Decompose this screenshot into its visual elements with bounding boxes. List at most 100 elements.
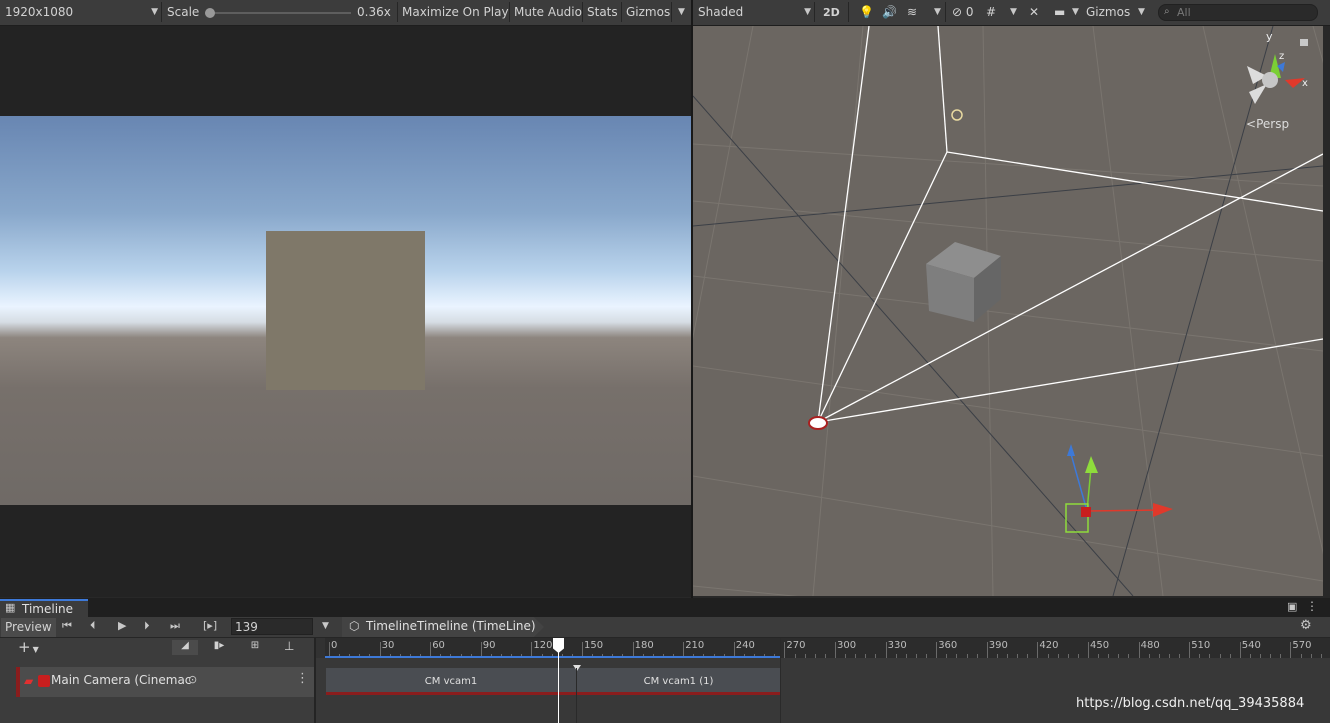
chevron-down-icon: ▼	[32, 645, 39, 654]
grid-icon[interactable]: #	[983, 3, 999, 22]
eye-slash-icon: ⊘	[952, 5, 963, 19]
camera-binding-icon	[38, 675, 50, 687]
ruler-label: 30	[381, 640, 395, 651]
preview-toggle[interactable]: Preview	[1, 618, 56, 637]
gizmos-dropdown-icon[interactable]: ▼	[675, 3, 688, 22]
scale-slider[interactable]	[205, 8, 351, 18]
play-range-end-line	[780, 638, 781, 723]
game-view[interactable]	[0, 26, 692, 597]
grid-dropdown-icon[interactable]: ▼	[1007, 3, 1020, 22]
scene-view-toolbar: Shaded ▼ 2D 💡 🔊 ≋ ▼ ⊘ 0 # ▼ ✕ ▬ ▼ Gizmos…	[693, 0, 1330, 26]
mute-audio-toggle[interactable]: Mute Audio	[511, 3, 585, 22]
go-to-end-icon[interactable]: ⏭	[170, 619, 180, 633]
ruler-major-tick	[1189, 642, 1191, 658]
transform-handle	[1065, 444, 1173, 533]
timeline-dropdown-icon[interactable]: ▼	[322, 621, 329, 631]
replace-mode-icon[interactable]: ▮▸	[206, 640, 232, 655]
asset-name: TimelineTimeline (TimeLine)	[366, 619, 536, 633]
ruler-label: 0	[331, 640, 338, 651]
ruler-major-tick	[1037, 642, 1039, 658]
shading-mode-dropdown[interactable]: Shaded ▼	[695, 3, 813, 22]
axis-y-label: y	[1266, 30, 1273, 43]
ruler-label: 240	[735, 640, 755, 651]
shading-mode-value: Shaded	[698, 5, 744, 19]
gizmos-toggle[interactable]: Gizmos	[623, 3, 673, 22]
watermark: https://blog.csdn.net/qq_39435884	[1076, 696, 1305, 711]
audio-icon[interactable]: 🔊	[879, 3, 900, 22]
ruler-label: 570	[1292, 640, 1312, 651]
effects-icon[interactable]: ≋	[904, 3, 920, 22]
camera-icon[interactable]: ▬	[1051, 3, 1068, 22]
divider	[397, 2, 398, 22]
ruler-label: 120	[533, 640, 553, 651]
ruler-major-tick	[1290, 642, 1292, 658]
tab-timeline[interactable]: ▦ Timeline	[0, 599, 88, 617]
ruler-label: 360	[938, 640, 958, 651]
tab-timeline-label: Timeline	[22, 602, 74, 616]
time-ruler[interactable]: 0 30 60 90 120 150 180 210 240 270 300 330 360 390 420…	[325, 638, 1330, 658]
timeline-clip[interactable]: CM vcam1	[326, 668, 577, 695]
maximize-on-play-toggle[interactable]: Maximize On Play	[399, 3, 512, 22]
play-icon[interactable]: ▶	[118, 619, 126, 632]
camera-marker	[808, 416, 828, 430]
projection-toggle[interactable]: <Persp	[1246, 117, 1289, 131]
current-frame-value: 139	[235, 620, 258, 634]
ruler-label: 300	[837, 640, 857, 651]
stats-toggle[interactable]: Stats	[584, 3, 621, 22]
clip-label: CM vcam1 (1)	[643, 676, 714, 687]
toggle-2d-button[interactable]: 2D	[820, 3, 843, 22]
resolution-dropdown[interactable]: 1920x1080 ▼	[2, 3, 160, 22]
next-frame-icon[interactable]: ⏵	[144, 619, 150, 633]
scene-view[interactable]: y z x <Persp	[693, 26, 1323, 596]
gizmos-dropdown-icon[interactable]: ▼	[1135, 3, 1148, 22]
divider	[161, 2, 162, 22]
timeline-clip[interactable]: CM vcam1 (1)	[577, 668, 781, 695]
ripple-mode-icon[interactable]: ◢	[172, 640, 198, 655]
search-icon: ⌕	[1164, 6, 1170, 17]
ruler-major-tick	[784, 642, 786, 658]
divider	[509, 2, 510, 22]
scale-value: 0.36x	[357, 5, 391, 19]
ruler-major-tick	[1239, 642, 1241, 658]
add-track-button[interactable]: + ▼	[18, 638, 39, 656]
ruler-label: 390	[988, 640, 1008, 651]
go-to-start-icon[interactable]: ⏮	[62, 619, 72, 633]
hidden-objects-toggle[interactable]: ⊘ 0	[949, 3, 977, 22]
divider	[621, 2, 622, 22]
axis-z-label: z	[1279, 51, 1285, 62]
camera-dropdown-icon[interactable]: ▼	[1069, 3, 1082, 22]
current-frame-field[interactable]: 139	[231, 618, 313, 635]
ruler-major-tick	[835, 642, 836, 658]
ruler-label: 450	[1090, 640, 1110, 651]
ruler-major-tick	[986, 642, 988, 658]
ruler-label: 60	[432, 640, 445, 651]
settings-gear-icon[interactable]: ⚙	[1300, 618, 1312, 633]
gizmos-toggle[interactable]: Gizmos	[1083, 3, 1133, 22]
chevron-down-icon: ▼	[151, 7, 158, 17]
ruler-label: 480	[1140, 640, 1160, 651]
scale-slider-handle[interactable]	[205, 8, 215, 18]
lock-icon[interactable]: ▣	[1287, 600, 1297, 613]
scene-search-field[interactable]: ⌕ All	[1158, 4, 1318, 21]
track-row-header[interactable]: ▰ Main Camera (Cinemac ⊙ ⋮	[16, 667, 314, 697]
cube-icon: ⬡	[349, 619, 360, 633]
ruler-label: 420	[1039, 640, 1059, 651]
track-options-icon[interactable]: ⋮	[296, 671, 309, 686]
target-picker-icon[interactable]: ⊙	[188, 673, 197, 686]
more-options-icon[interactable]: ⋮	[1306, 599, 1318, 613]
divider	[945, 2, 946, 22]
effects-dropdown-icon[interactable]: ▼	[931, 3, 944, 22]
game-render	[0, 116, 691, 505]
cube-object	[266, 231, 425, 390]
play-range-toggle[interactable]: [▸]	[203, 619, 217, 632]
resolution-value: 1920x1080	[5, 5, 74, 19]
tools-icon[interactable]: ✕	[1026, 3, 1042, 22]
orientation-gizmo	[1247, 39, 1308, 104]
pin-icon[interactable]: ⊥	[284, 639, 294, 653]
ruler-label: 510	[1191, 640, 1211, 651]
mix-mode-icon[interactable]: ⊞	[242, 640, 268, 655]
previous-frame-icon[interactable]: ⏴	[90, 619, 96, 633]
asset-breadcrumb[interactable]: ⬡ TimelineTimeline (TimeLine)	[342, 617, 544, 637]
lighting-icon[interactable]: 💡	[856, 3, 877, 22]
ruler-ticks: 0 30 60 90 120 150 180 210 240 270 300 330 360 390 420…	[325, 638, 1330, 658]
